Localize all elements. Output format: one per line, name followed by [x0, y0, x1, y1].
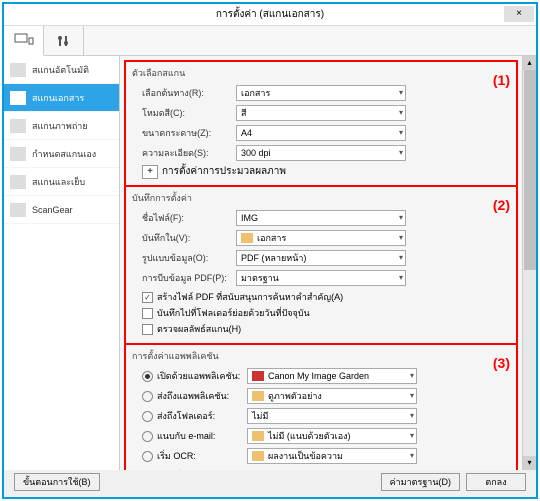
radio-label: เริ่ม OCR: [157, 449, 247, 463]
select-pdf-compression[interactable]: มาตรฐาน [236, 270, 406, 286]
select-send-app[interactable]: ดูภาพตัวอย่าง [247, 388, 417, 404]
checkbox-check-results[interactable] [142, 324, 153, 335]
close-icon[interactable]: × [504, 6, 534, 22]
radio-label: ส่งถึงแอพพลิเคชัน: [157, 389, 247, 403]
scroll-up-icon[interactable]: ▴ [523, 56, 536, 70]
label-image-processing: การตั้งค่าการประมวลผลภาพ [162, 164, 286, 179]
checkbox-label: สร้างไฟล์ PDF ที่สนับสนุนการค้นหาคำสำคัญ… [157, 290, 343, 304]
sidebar-label: กำหนดสแกนเอง [32, 147, 96, 161]
checkbox-label: ตรวจผลลัพธ์สแกน(H) [157, 322, 241, 336]
sidebar-item-scangear[interactable]: ScanGear [4, 196, 119, 224]
auto-icon [10, 63, 26, 77]
label-filename: ชื่อไฟล์(F): [132, 211, 236, 225]
settings-window: การตั้งค่า (สแกนเอกสาร) × สแกนอัตโนมัติ … [2, 2, 538, 499]
titlebar: การตั้งค่า (สแกนเอกสาร) × [4, 4, 536, 26]
sidebar: สแกนอัตโนมัติ สแกนเอกสาร สแกนภาพถ่าย กำห… [4, 56, 120, 470]
sidebar-item-custom[interactable]: กำหนดสแกนเอง [4, 140, 119, 168]
monitor-icon [14, 33, 34, 47]
section-title: บันทึกการตั้งค่า [132, 191, 510, 205]
folder-icon [252, 391, 264, 401]
label-data-format: รูปแบบข้อมูล(O): [132, 251, 236, 265]
sidebar-label: สแกนอัตโนมัติ [32, 63, 89, 77]
label-save-in: บันทึกใน(V): [132, 231, 236, 245]
sidebar-label: สแกนเอกสาร [32, 91, 84, 105]
folder-icon [252, 431, 264, 441]
window-title: การตั้งค่า (สแกนเอกสาร) [216, 9, 324, 20]
checkbox-subfolder-date[interactable] [142, 308, 153, 319]
scroll-thumb[interactable] [524, 70, 536, 270]
marker-3: (3) [493, 355, 510, 371]
sidebar-item-auto[interactable]: สแกนอัตโนมัติ [4, 56, 119, 84]
photo-icon [10, 119, 26, 133]
select-resolution[interactable]: 300 dpi [236, 145, 406, 161]
label-resolution: ความละเอียด(S): [132, 146, 236, 160]
select-ocr[interactable]: ผลงานเป็นข้อความ [247, 448, 417, 464]
radio-attach-email[interactable] [142, 431, 153, 442]
marker-2: (2) [493, 197, 510, 213]
radio-send-to-folder[interactable] [142, 411, 153, 422]
toolbar [4, 26, 536, 56]
sidebar-item-photo[interactable]: สแกนภาพถ่าย [4, 112, 119, 140]
label-color-mode: โหมดสี(C): [132, 106, 236, 120]
document-icon [10, 91, 26, 105]
select-open-app[interactable]: Canon My Image Garden [247, 368, 417, 384]
folder-icon [241, 233, 253, 243]
marker-1: (1) [493, 72, 510, 88]
sidebar-label: สแกนภาพถ่าย [32, 119, 88, 133]
radio-send-to-app[interactable] [142, 391, 153, 402]
scangear-icon [10, 203, 26, 217]
main-panel: (1) ตัวเลือกสแกน เลือกต้นทาง(R): เอกสาร … [120, 56, 536, 470]
section-title: ตัวเลือกสแกน [132, 66, 510, 80]
footer-bar: ขั้นตอนการใช้(B) ค่ามาตรฐาน(D) ตกลง [14, 473, 526, 491]
radio-label: แนบกับ e-mail: [157, 429, 247, 443]
sidebar-item-document[interactable]: สแกนเอกสาร [4, 84, 119, 112]
scrollbar[interactable]: ▴ ▾ [522, 56, 536, 470]
checkbox-searchable-pdf[interactable]: ✓ [142, 292, 153, 303]
label-pdf-compression: การบีบข้อมูล PDF(P): [132, 271, 236, 285]
stitch-icon [10, 175, 26, 189]
ok-button[interactable]: ตกลง [466, 473, 526, 491]
radio-start-ocr[interactable] [142, 451, 153, 462]
select-data-format[interactable]: PDF (หลายหน้า) [236, 250, 406, 266]
input-filename[interactable]: IMG [236, 210, 406, 226]
section-title: การตั้งค่าแอพพลิเคชัน [132, 349, 510, 363]
scroll-down-icon[interactable]: ▾ [523, 456, 536, 470]
label-source: เลือกต้นทาง(R): [132, 86, 236, 100]
content-highlight: (1) ตัวเลือกสแกน เลือกต้นทาง(R): เอกสาร … [124, 60, 518, 470]
app-icon [252, 371, 264, 381]
radio-label: ส่งถึงโฟลเดอร์: [157, 409, 247, 423]
radio-label: เปิดด้วยแอพพลิเคชัน: [157, 369, 247, 383]
select-source[interactable]: เอกสาร [236, 85, 406, 101]
custom-icon [10, 147, 26, 161]
folder-icon [252, 451, 264, 461]
select-send-folder[interactable]: ไม่มี [247, 408, 417, 424]
expand-image-processing[interactable]: + [142, 165, 158, 179]
radio-label: อย่าเริ่มแอพพลิเคชันใด ๆ [157, 469, 254, 470]
tab-tools[interactable] [44, 26, 84, 55]
select-save-in[interactable]: เอกสาร [236, 230, 406, 246]
select-color-mode[interactable]: สี [236, 105, 406, 121]
radio-open-with-app[interactable] [142, 371, 153, 382]
checkbox-label: บันทึกไปที่โฟลเดอร์ย่อยด้วยวันที่ปัจจุบั… [157, 306, 310, 320]
defaults-button[interactable]: ค่ามาตรฐาน(D) [381, 473, 460, 491]
select-email[interactable]: ไม่มี (แนบด้วยตัวเอง) [247, 428, 417, 444]
tab-scan-from-computer[interactable] [4, 26, 44, 56]
section-save-settings: (2) บันทึกการตั้งค่า ชื่อไฟล์(F): IMG บั… [126, 187, 516, 345]
instructions-button[interactable]: ขั้นตอนการใช้(B) [14, 473, 100, 491]
sidebar-label: ScanGear [32, 205, 73, 215]
tools-icon [56, 34, 72, 48]
body: สแกนอัตโนมัติ สแกนเอกสาร สแกนภาพถ่าย กำห… [4, 56, 536, 470]
select-paper-size[interactable]: A4 [236, 125, 406, 141]
section-scan-options: (1) ตัวเลือกสแกน เลือกต้นทาง(R): เอกสาร … [126, 62, 516, 187]
label-paper-size: ขนาดกระดาษ(Z): [132, 126, 236, 140]
sidebar-label: สแกนและเย็บ [32, 175, 85, 189]
sidebar-item-stitch[interactable]: สแกนและเย็บ [4, 168, 119, 196]
section-application-settings: (3) การตั้งค่าแอพพลิเคชัน เปิดด้วยแอพพลิ… [126, 345, 516, 470]
